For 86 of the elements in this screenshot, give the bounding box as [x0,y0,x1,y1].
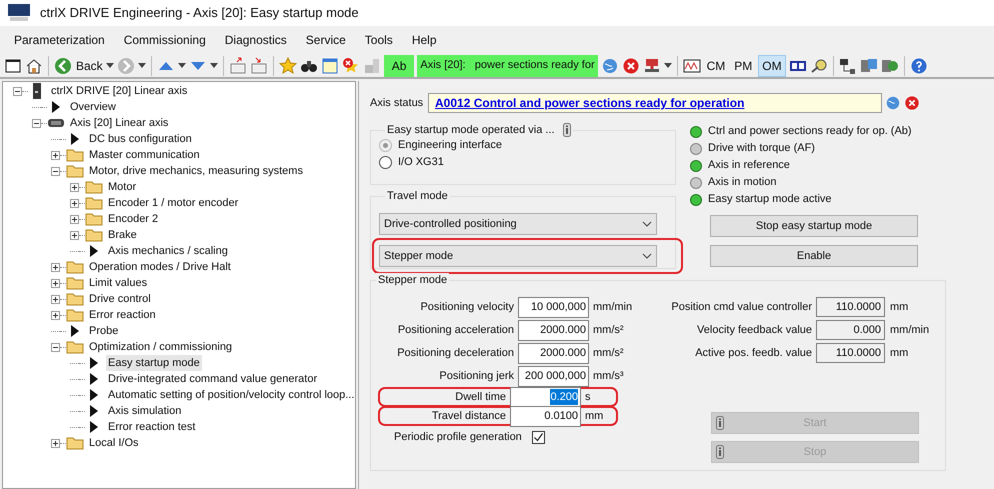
checkbox-label: Periodic profile generation [394,430,522,445]
unit-label: s [584,390,590,405]
axis-status-link[interactable]: A0012 Control and power sections ready for operation [435,94,744,112]
tree-item[interactable]: Probe [87,322,120,340]
menu-item[interactable]: Commissioning [124,31,206,49]
tree-item[interactable]: DC bus configuration [87,130,194,148]
tree-item[interactable]: Operation modes / Drive Halt [87,258,233,276]
field-value: 10 000,000 [530,300,586,315]
status-code: Ab [384,54,414,76]
tree-item[interactable]: Axis [20] Linear axis [68,114,170,132]
group-title: Travel mode [387,188,448,204]
unit-label: mm [584,408,604,424]
input-field[interactable]: 2000.000 [518,320,589,340]
status-label: Drive with torque (AF) [708,141,815,156]
input-field[interactable]: 10 000,000 [518,296,589,318]
unit-label: mm [889,300,908,315]
unit-label: mm/min [889,322,930,338]
axis-status-label: Axis status [370,96,424,111]
group-title: Stepper mode [378,272,448,288]
menu-item[interactable]: Diagnostics [224,31,287,49]
menu-item[interactable]: Help [412,31,436,49]
readout-value: 110.0000 [816,343,885,363]
field-value: 200 000,000 [524,368,586,384]
readout-label: Active pos. feedb. value [694,346,813,361]
dropdown[interactable]: Drive-controlled positioning [379,213,657,235]
tree-item[interactable]: Easy startup mode [106,354,202,372]
field-label: Dwell time [454,390,507,405]
unit-label: mm/s³ [592,368,624,384]
status-label: Ctrl and power sections ready for op. (Ab) [708,124,912,140]
status-label: Easy startup mode active [708,192,832,208]
field-value: 0.200 [550,388,578,406]
unit-label: mm/s² [592,322,624,338]
tree-item[interactable]: Axis simulation [106,402,184,420]
back-button[interactable]: Back [54,56,103,74]
status-label: Axis in reference [708,158,790,174]
field-value: 2000.000 [540,346,586,361]
mode-button[interactable]: CM [704,54,728,76]
action-button[interactable]: Enable [710,245,918,267]
readout-label: Velocity feedback value [696,322,813,338]
menu-item[interactable]: Tools [364,31,393,49]
radio-label: I/O XG31 [398,155,444,170]
radio-label: Engineering interface [398,138,502,154]
tree-item[interactable]: Motor, drive mechanics, measuring systems [87,162,305,180]
window-title: ctrlX DRIVE Engineering - Axis [20]: Easy startup mode [40,4,359,22]
mode-button[interactable]: OM [758,54,786,76]
tree-item[interactable]: Optimization / commissioning [87,338,234,356]
readout-value: 110.0000 [816,297,885,317]
field-label: Travel distance [430,408,507,424]
status-message: Axis [20]: power sections ready for [417,54,598,76]
readout-value: 0.000 [816,320,885,340]
input-field[interactable]: 200 000,000 [518,366,589,386]
input-field[interactable]: 0.0100 [510,406,581,426]
field-label: Positioning acceleration [396,322,515,338]
tree-item[interactable]: Motor [106,178,138,196]
tree-item[interactable]: Error reaction test [106,418,198,436]
tree-item[interactable]: ctrlX DRIVE [20] Linear axis [49,82,190,100]
field-label: Positioning velocity [419,300,515,315]
tree-item[interactable]: Drive-integrated command value generator [106,370,320,388]
field-value: 0.0100 [544,408,578,424]
readout-label: Position cmd value controller [670,300,813,315]
field-label: Positioning deceleration [396,346,515,361]
tree-item[interactable]: Overview [68,98,118,116]
menu-item[interactable]: Parameterization [14,31,105,49]
field-value: 2000.000 [540,322,586,338]
unit-label: mm/min [592,300,632,315]
tree-item[interactable]: Local I/Os [87,434,141,452]
input-field[interactable]: 0.200 [510,386,581,408]
group-title: Easy startup mode operated via ... [387,122,555,138]
status-label: Axis in motion [708,175,776,190]
tree-item[interactable]: Automatic setting of position/velocity control loop... [106,386,355,404]
unit-label: mm/s² [592,346,624,361]
dropdown[interactable]: Stepper mode [379,245,657,267]
action-button[interactable]: Stop easy startup mode [710,215,918,237]
tree-item[interactable]: Error reaction [87,306,158,324]
menu-item[interactable]: Service [306,31,346,49]
tree-item[interactable]: Master communication [87,146,202,164]
tree-item[interactable]: Brake [106,226,139,244]
tree-item[interactable]: Limit values [87,274,150,292]
unit-label: mm [889,346,908,361]
input-field[interactable]: 2000.000 [518,342,589,364]
mode-button[interactable]: PM [731,54,756,76]
tree-item[interactable]: Drive control [87,290,153,308]
tree-item[interactable]: Encoder 2 [106,210,160,228]
tree-item[interactable]: Axis mechanics / scaling [106,242,230,260]
field-label: Positioning jerk [438,368,515,384]
tree-item[interactable]: Encoder 1 / motor encoder [106,194,240,212]
